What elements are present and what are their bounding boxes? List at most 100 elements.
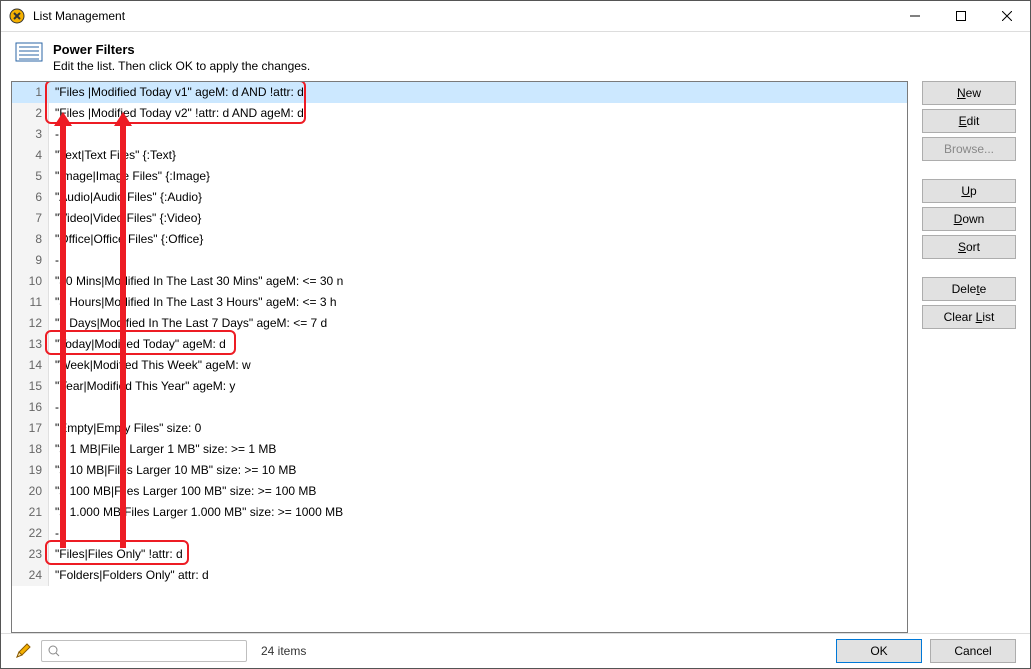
row-text: "> 1 MB|Files Larger 1 MB" size: >= 1 MB (49, 439, 907, 460)
row-text: - (49, 250, 907, 271)
list-row[interactable]: 24"Folders|Folders Only" attr: d (12, 565, 907, 586)
list-row[interactable]: 9- (12, 250, 907, 271)
sort-button[interactable]: Sort (922, 235, 1016, 259)
list-icon (15, 42, 43, 62)
list-row[interactable]: 20"> 100 MB|Files Larger 100 MB" size: >… (12, 481, 907, 502)
list-row[interactable]: 2"Files |Modified Today v2" !attr: d AND… (12, 103, 907, 124)
list-row[interactable]: 14"Week|Modified This Week" ageM: w (12, 355, 907, 376)
row-number: 7 (12, 208, 49, 229)
list-row[interactable]: 7"Video|Video Files" {:Video} (12, 208, 907, 229)
down-button[interactable]: Down (922, 207, 1016, 231)
row-number: 18 (12, 439, 49, 460)
row-text: - (49, 397, 907, 418)
sidebar: New Edit Browse... Up Down Sort Delete C… (922, 81, 1016, 633)
list-row[interactable]: 18"> 1 MB|Files Larger 1 MB" size: >= 1 … (12, 439, 907, 460)
list-row[interactable]: 11"3 Hours|Modified In The Last 3 Hours"… (12, 292, 907, 313)
row-text: "> 100 MB|Files Larger 100 MB" size: >= … (49, 481, 907, 502)
list-row[interactable]: 19"> 10 MB|Files Larger 10 MB" size: >= … (12, 460, 907, 481)
row-text: "Office|Office Files" {:Office} (49, 229, 907, 250)
ok-button[interactable]: OK (836, 639, 922, 663)
row-number: 19 (12, 460, 49, 481)
delete-button[interactable]: Delete (922, 277, 1016, 301)
row-number: 16 (12, 397, 49, 418)
edit-button[interactable]: Edit (922, 109, 1016, 133)
titlebar: List Management (1, 1, 1030, 32)
row-text: "3 Hours|Modified In The Last 3 Hours" a… (49, 292, 907, 313)
list[interactable]: 1"Files |Modified Today v1" ageM: d AND … (11, 81, 908, 633)
row-number: 21 (12, 502, 49, 523)
row-text: "Video|Video Files" {:Video} (49, 208, 907, 229)
header-title: Power Filters (53, 42, 310, 57)
close-button[interactable] (984, 1, 1030, 31)
maximize-button[interactable] (938, 1, 984, 31)
minimize-button[interactable] (892, 1, 938, 31)
list-row[interactable]: 3- (12, 124, 907, 145)
row-number: 20 (12, 481, 49, 502)
list-row[interactable]: 10"30 Mins|Modified In The Last 30 Mins"… (12, 271, 907, 292)
list-row[interactable]: 4"Text|Text Files" {:Text} (12, 145, 907, 166)
cancel-button[interactable]: Cancel (930, 639, 1016, 663)
row-text: "Files|Files Only" !attr: d (49, 544, 907, 565)
item-count: 24 items (261, 644, 306, 658)
list-row[interactable]: 6"Audio|Audio Files" {:Audio} (12, 187, 907, 208)
list-row[interactable]: 22- (12, 523, 907, 544)
header: Power Filters Edit the list. Then click … (1, 32, 1030, 81)
row-text: "Year|Modified This Year" ageM: y (49, 376, 907, 397)
row-text: - (49, 523, 907, 544)
row-text: - (49, 124, 907, 145)
row-number: 24 (12, 565, 49, 586)
window-title: List Management (33, 9, 125, 23)
header-subtitle: Edit the list. Then click OK to apply th… (53, 59, 310, 73)
list-row[interactable]: 12"7 Days|Modified In The Last 7 Days" a… (12, 313, 907, 334)
row-number: 5 (12, 166, 49, 187)
row-number: 10 (12, 271, 49, 292)
row-text: "Text|Text Files" {:Text} (49, 145, 907, 166)
row-text: "30 Mins|Modified In The Last 30 Mins" a… (49, 271, 907, 292)
search-icon (48, 645, 60, 657)
list-row[interactable]: 1"Files |Modified Today v1" ageM: d AND … (12, 82, 907, 103)
row-number: 9 (12, 250, 49, 271)
row-number: 3 (12, 124, 49, 145)
row-number: 17 (12, 418, 49, 439)
up-button[interactable]: Up (922, 179, 1016, 203)
row-text: "Files |Modified Today v1" ageM: d AND !… (49, 82, 907, 103)
browse-button[interactable]: Browse... (922, 137, 1016, 161)
row-number: 12 (12, 313, 49, 334)
row-number: 23 (12, 544, 49, 565)
search-box[interactable] (41, 640, 247, 662)
row-number: 15 (12, 376, 49, 397)
row-text: "Folders|Folders Only" attr: d (49, 565, 907, 586)
list-row[interactable]: 17"Empty|Empty Files" size: 0 (12, 418, 907, 439)
edit-icon[interactable] (15, 643, 31, 659)
list-row[interactable]: 21"> 1.000 MB|Files Larger 1.000 MB" siz… (12, 502, 907, 523)
row-text: "> 1.000 MB|Files Larger 1.000 MB" size:… (49, 502, 907, 523)
list-row[interactable]: 13"Today|Modified Today" ageM: d (12, 334, 907, 355)
row-text: "Today|Modified Today" ageM: d (49, 334, 907, 355)
row-number: 2 (12, 103, 49, 124)
window: List Management Power Filters Edit the l… (0, 0, 1031, 669)
list-row[interactable]: 16- (12, 397, 907, 418)
footer: 24 items OK Cancel (1, 633, 1030, 668)
row-number: 8 (12, 229, 49, 250)
body: 1"Files |Modified Today v1" ageM: d AND … (1, 81, 1030, 633)
app-icon (9, 8, 25, 24)
row-number: 13 (12, 334, 49, 355)
clear-list-button[interactable]: Clear List (922, 305, 1016, 329)
row-text: "7 Days|Modified In The Last 7 Days" age… (49, 313, 907, 334)
row-text: "Audio|Audio Files" {:Audio} (49, 187, 907, 208)
list-row[interactable]: 23"Files|Files Only" !attr: d (12, 544, 907, 565)
search-input[interactable] (64, 643, 240, 659)
list-row[interactable]: 15"Year|Modified This Year" ageM: y (12, 376, 907, 397)
new-button[interactable]: New (922, 81, 1016, 105)
row-text: "Empty|Empty Files" size: 0 (49, 418, 907, 439)
row-text: "Files |Modified Today v2" !attr: d AND … (49, 103, 907, 124)
row-number: 14 (12, 355, 49, 376)
row-text: "> 10 MB|Files Larger 10 MB" size: >= 10… (49, 460, 907, 481)
list-row[interactable]: 8"Office|Office Files" {:Office} (12, 229, 907, 250)
row-number: 11 (12, 292, 49, 313)
row-number: 6 (12, 187, 49, 208)
row-number: 22 (12, 523, 49, 544)
row-number: 4 (12, 145, 49, 166)
row-text: "Week|Modified This Week" ageM: w (49, 355, 907, 376)
list-row[interactable]: 5"Image|Image Files" {:Image} (12, 166, 907, 187)
